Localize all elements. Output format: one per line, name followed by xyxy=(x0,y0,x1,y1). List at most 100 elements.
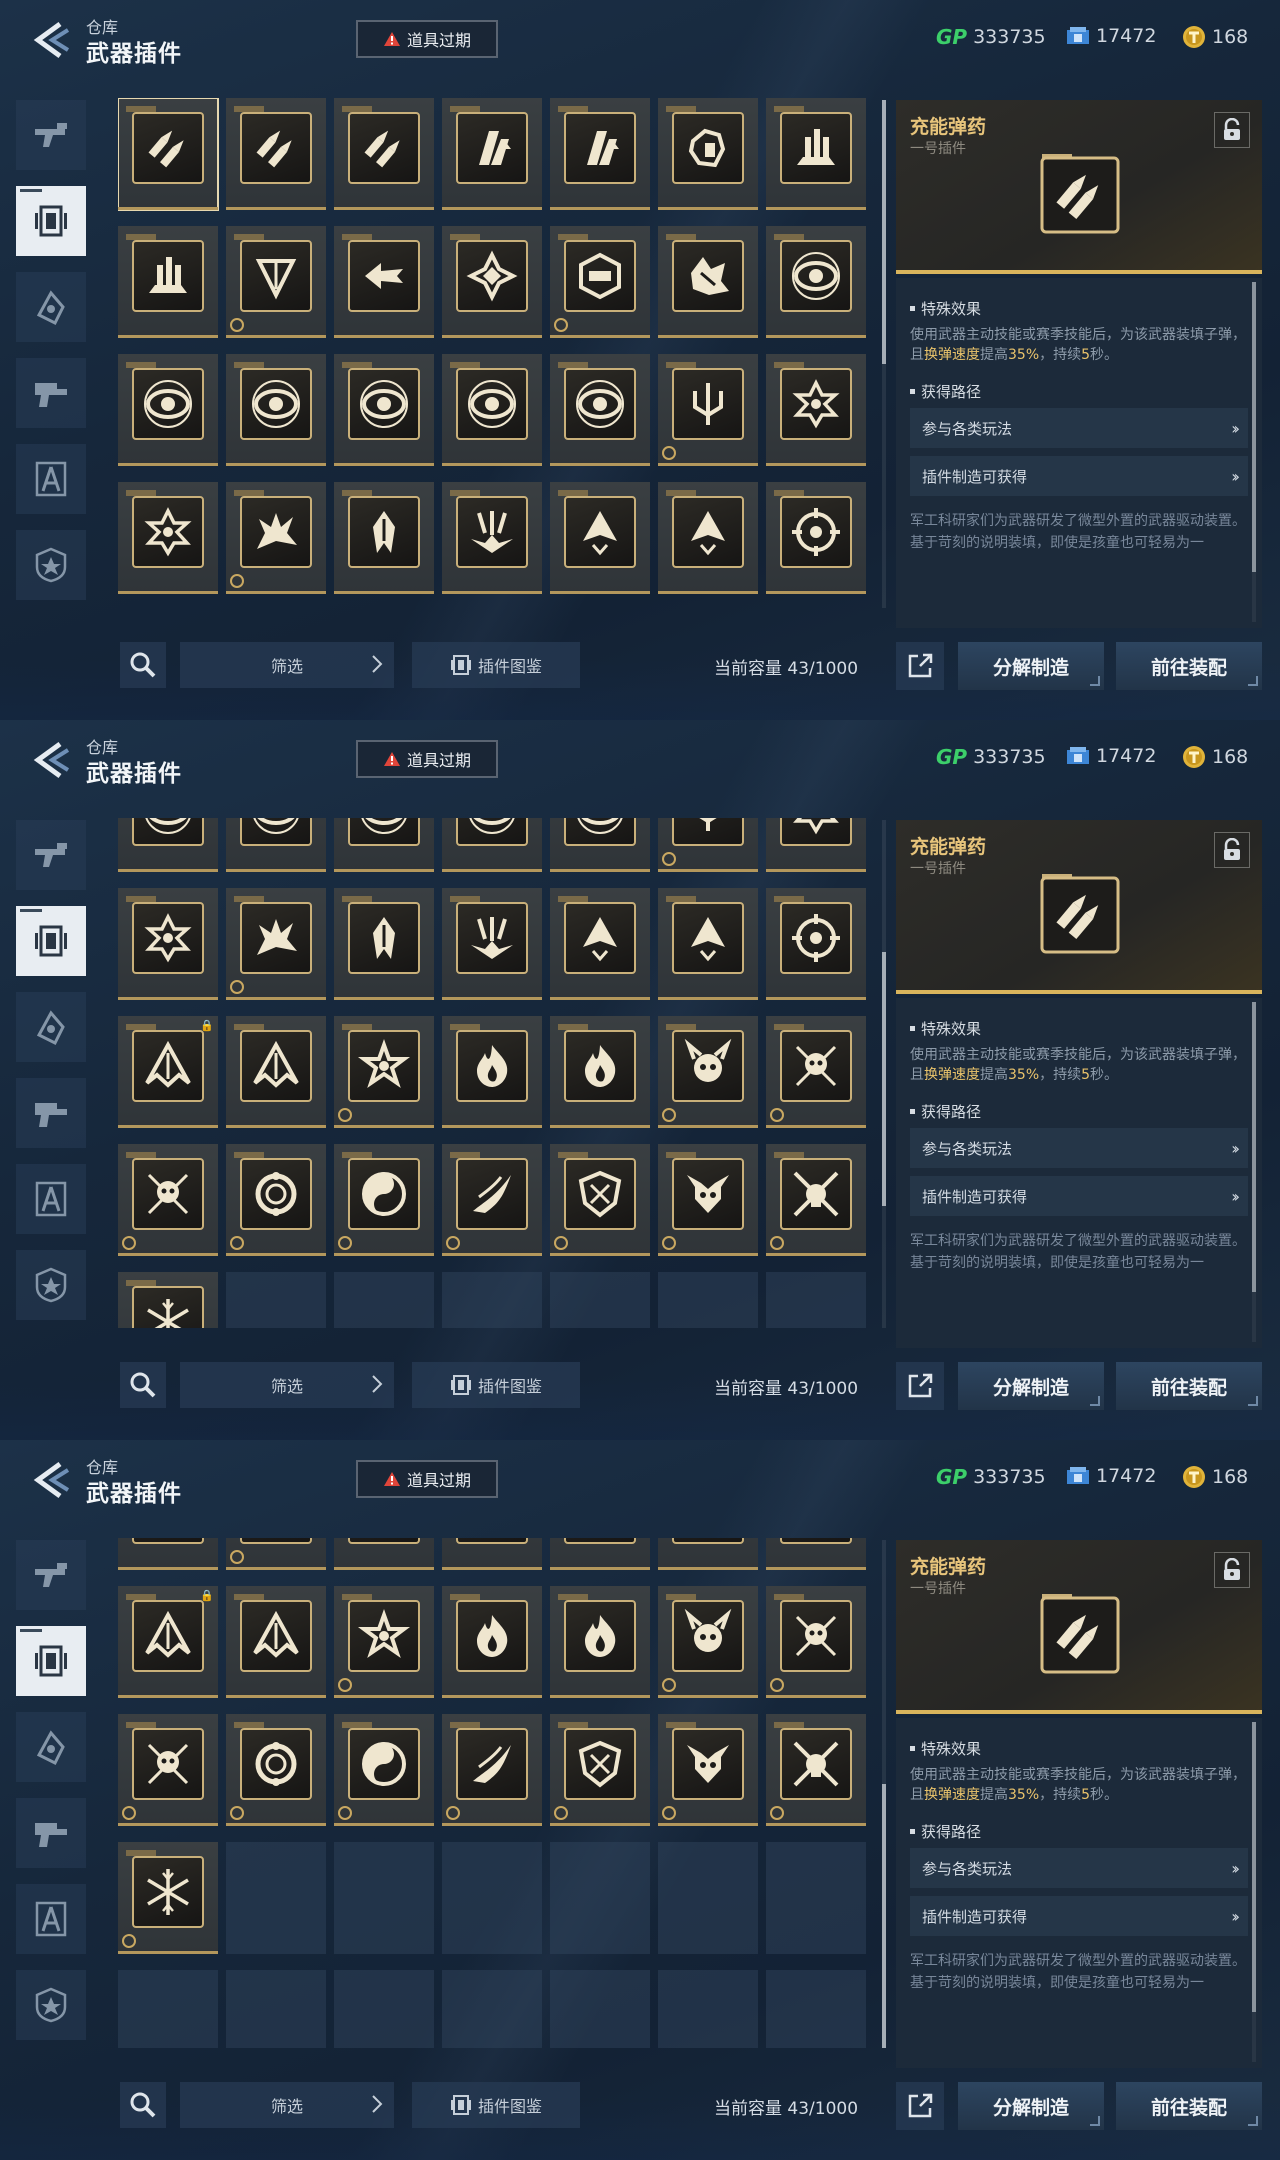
plugin-slot[interactable] xyxy=(118,1842,218,1954)
sidebar-tab-4[interactable] xyxy=(16,358,86,428)
plugin-slot[interactable] xyxy=(118,888,218,1000)
sidebar-tab-6[interactable] xyxy=(16,1970,86,2040)
plugin-slot[interactable] xyxy=(226,1016,326,1128)
plugin-slot[interactable] xyxy=(226,482,326,594)
plugin-slot[interactable] xyxy=(226,818,326,872)
plugin-slot[interactable] xyxy=(442,1714,542,1826)
plugin-slot[interactable] xyxy=(334,1714,434,1826)
plugin-slot[interactable] xyxy=(658,1538,758,1570)
lock-toggle-button[interactable] xyxy=(1214,112,1250,148)
dismantle-craft-button[interactable]: 分解制造 xyxy=(958,642,1104,690)
plugin-slot[interactable] xyxy=(442,1016,542,1128)
plugin-slot[interactable] xyxy=(766,818,866,872)
search-button[interactable] xyxy=(120,642,166,688)
plugin-slot[interactable] xyxy=(226,1586,326,1698)
plugin-slot[interactable] xyxy=(226,888,326,1000)
source-crafting-button[interactable]: 插件制造可获得 ›› xyxy=(910,1176,1248,1216)
source-crafting-button[interactable]: 插件制造可获得 ›› xyxy=(910,1896,1248,1936)
detail-scrollbar[interactable] xyxy=(1252,1002,1256,1342)
plugin-slot[interactable] xyxy=(226,98,326,210)
plugin-slot[interactable] xyxy=(550,1714,650,1826)
plugin-slot[interactable] xyxy=(442,1538,542,1570)
grid-scrollbar-thumb[interactable] xyxy=(882,100,886,365)
grid-scrollbar[interactable] xyxy=(882,100,886,608)
plugin-slot[interactable] xyxy=(118,482,218,594)
grid-scrollbar[interactable] xyxy=(882,1540,886,2048)
go-equip-button[interactable]: 前往装配 xyxy=(1116,642,1262,690)
sidebar-tab-6[interactable] xyxy=(16,530,86,600)
sidebar-tab-2[interactable] xyxy=(16,1626,86,1696)
plugin-slot[interactable] xyxy=(442,888,542,1000)
plugin-slot[interactable] xyxy=(334,226,434,338)
back-button[interactable] xyxy=(30,20,72,60)
back-button[interactable] xyxy=(30,1460,72,1500)
plugin-slot[interactable] xyxy=(550,1538,650,1570)
sidebar-tab-5[interactable] xyxy=(16,1884,86,1954)
plugin-slot[interactable] xyxy=(766,482,866,594)
plugin-slot[interactable] xyxy=(118,354,218,466)
plugin-slot[interactable] xyxy=(658,1144,758,1256)
plugin-slot[interactable] xyxy=(550,98,650,210)
sidebar-tab-3[interactable] xyxy=(16,992,86,1062)
back-button[interactable] xyxy=(30,740,72,780)
plugin-slot[interactable] xyxy=(550,888,650,1000)
plugin-slot[interactable] xyxy=(550,354,650,466)
plugin-slot[interactable] xyxy=(334,1016,434,1128)
grid-scrollbar-thumb[interactable] xyxy=(882,952,886,1207)
go-equip-button[interactable]: 前往装配 xyxy=(1116,2082,1262,2130)
plugin-slot[interactable] xyxy=(766,1714,866,1826)
sidebar-tab-3[interactable] xyxy=(16,1712,86,1782)
plugin-slot[interactable] xyxy=(442,354,542,466)
plugin-slot[interactable] xyxy=(226,354,326,466)
sidebar-tab-1[interactable] xyxy=(16,820,86,890)
plugin-slot[interactable] xyxy=(226,226,326,338)
plugin-slot[interactable] xyxy=(658,1586,758,1698)
detail-scrollbar[interactable] xyxy=(1252,282,1256,622)
sidebar-tab-2[interactable] xyxy=(16,186,86,256)
plugin-slot[interactable] xyxy=(658,1016,758,1128)
source-gameplay-button[interactable]: 参与各类玩法 ›› xyxy=(910,1848,1248,1888)
sidebar-tab-6[interactable] xyxy=(16,1250,86,1320)
plugin-slot[interactable] xyxy=(118,1272,218,1328)
plugin-slot[interactable] xyxy=(766,354,866,466)
plugin-slot[interactable] xyxy=(766,226,866,338)
plugin-slot[interactable] xyxy=(334,98,434,210)
plugin-slot[interactable] xyxy=(766,1538,866,1570)
filter-button[interactable]: 筛选 xyxy=(180,1362,394,1408)
plugin-slot[interactable] xyxy=(118,1538,218,1570)
detail-scrollbar-thumb[interactable] xyxy=(1252,1722,1256,2012)
sidebar-tab-5[interactable] xyxy=(16,444,86,514)
plugin-slot[interactable] xyxy=(550,482,650,594)
plugin-slot[interactable] xyxy=(334,1586,434,1698)
plugin-slot[interactable] xyxy=(658,98,758,210)
plugin-slot[interactable] xyxy=(226,1144,326,1256)
plugin-slot[interactable] xyxy=(334,888,434,1000)
source-gameplay-button[interactable]: 参与各类玩法 ›› xyxy=(910,1128,1248,1168)
lock-toggle-button[interactable] xyxy=(1214,1552,1250,1588)
plugin-slot[interactable] xyxy=(226,1538,326,1570)
detail-scrollbar-thumb[interactable] xyxy=(1252,282,1256,572)
plugin-slot[interactable] xyxy=(658,226,758,338)
plugin-slot[interactable] xyxy=(766,1016,866,1128)
plugin-slot[interactable]: 🔒 xyxy=(118,1016,218,1128)
plugin-slot[interactable] xyxy=(118,818,218,872)
sidebar-tab-5[interactable] xyxy=(16,1164,86,1234)
plugin-slot[interactable] xyxy=(658,888,758,1000)
plugin-slot[interactable] xyxy=(766,98,866,210)
filter-button[interactable]: 筛选 xyxy=(180,642,394,688)
plugin-slot[interactable] xyxy=(118,226,218,338)
plugin-slot[interactable] xyxy=(118,1714,218,1826)
plugin-slot[interactable] xyxy=(334,1538,434,1570)
plugin-slot[interactable] xyxy=(550,1586,650,1698)
export-button[interactable] xyxy=(896,2082,944,2130)
plugin-slot[interactable] xyxy=(442,1586,542,1698)
plugin-slot[interactable] xyxy=(334,482,434,594)
plugin-slot[interactable]: 🔒 xyxy=(118,1586,218,1698)
dismantle-craft-button[interactable]: 分解制造 xyxy=(958,1362,1104,1410)
dismantle-craft-button[interactable]: 分解制造 xyxy=(958,2082,1104,2130)
plugin-slot[interactable] xyxy=(118,98,219,211)
expired-items-button[interactable]: 道具过期 xyxy=(356,20,498,58)
export-button[interactable] xyxy=(896,642,944,690)
search-button[interactable] xyxy=(120,1362,166,1408)
plugin-slot[interactable] xyxy=(442,226,542,338)
